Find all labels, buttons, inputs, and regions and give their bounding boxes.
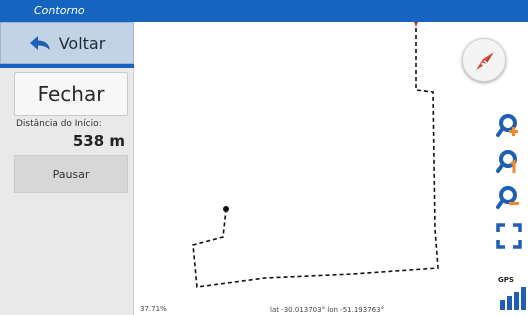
- back-arrow-icon: [29, 36, 50, 50]
- app-title: Contorno: [34, 4, 85, 17]
- zoom-in-icon: [496, 114, 518, 137]
- zoom-percentage: 37.71%: [140, 305, 167, 313]
- compass-button[interactable]: N: [462, 38, 506, 82]
- track-end-marker: [414, 22, 418, 27]
- svg-text:N: N: [480, 59, 491, 70]
- close-button-label: Fechar: [37, 82, 105, 106]
- sidebar: Voltar Fechar Distância do Início: 538 m…: [0, 22, 134, 315]
- close-button[interactable]: Fechar: [14, 72, 128, 116]
- zoom-reset-icon: [496, 150, 517, 173]
- distance-value: 538 m: [72, 132, 125, 150]
- gps-status[interactable]: GPS: [498, 276, 526, 310]
- fullscreen-icon: [496, 223, 522, 249]
- back-button-label: Voltar: [58, 33, 106, 53]
- sidebar-divider: [0, 64, 134, 68]
- pause-button-label: Pausar: [52, 167, 90, 181]
- gps-label: GPS: [498, 276, 514, 284]
- compass-icon: N: [476, 52, 494, 70]
- fullscreen-button[interactable]: [495, 222, 523, 250]
- track-start-marker: [223, 206, 229, 212]
- zoom-out-icon: [496, 186, 519, 209]
- gps-signal-icon: [500, 287, 526, 310]
- coordinates-readout: lat -30.013703° lon -51.193763°: [270, 306, 385, 314]
- distance-label: Distância do Início:: [16, 119, 102, 129]
- app-title-bar: Contorno: [0, 0, 528, 22]
- zoom-reset-button[interactable]: [495, 148, 523, 176]
- pause-button[interactable]: Pausar: [14, 155, 128, 193]
- zoom-in-button[interactable]: [495, 112, 523, 140]
- back-button[interactable]: Voltar: [0, 22, 134, 64]
- zoom-out-button[interactable]: [495, 184, 523, 212]
